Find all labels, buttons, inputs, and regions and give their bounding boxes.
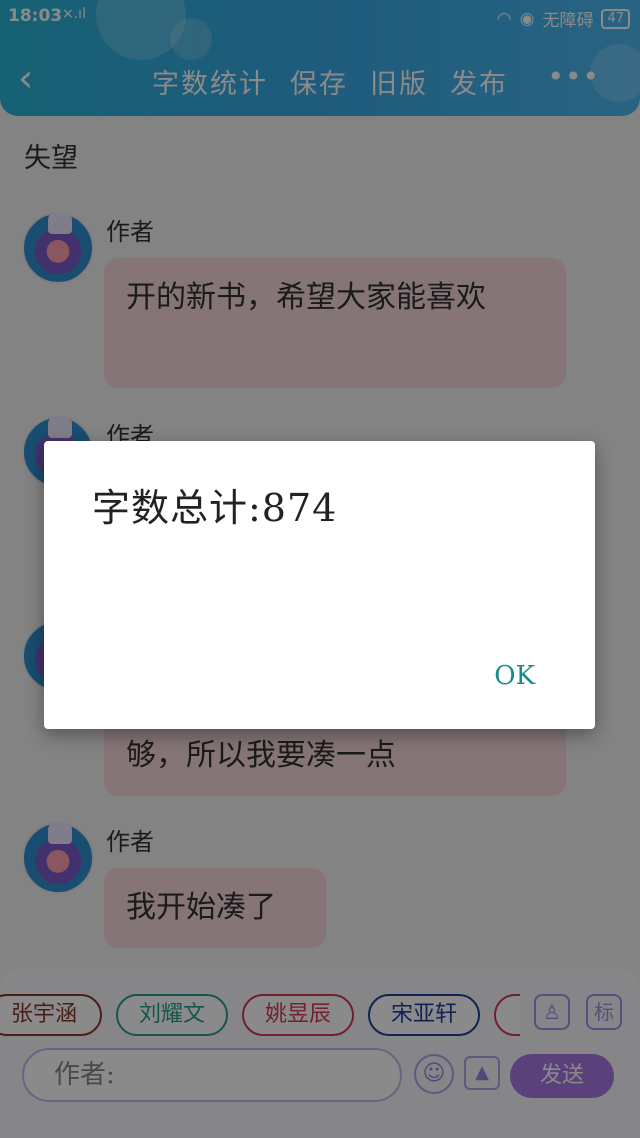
dialog-message: 字数总计:874	[92, 486, 338, 530]
word-count-dialog: 字数总计:874 OK	[44, 441, 595, 729]
ok-button[interactable]: OK	[494, 661, 535, 691]
